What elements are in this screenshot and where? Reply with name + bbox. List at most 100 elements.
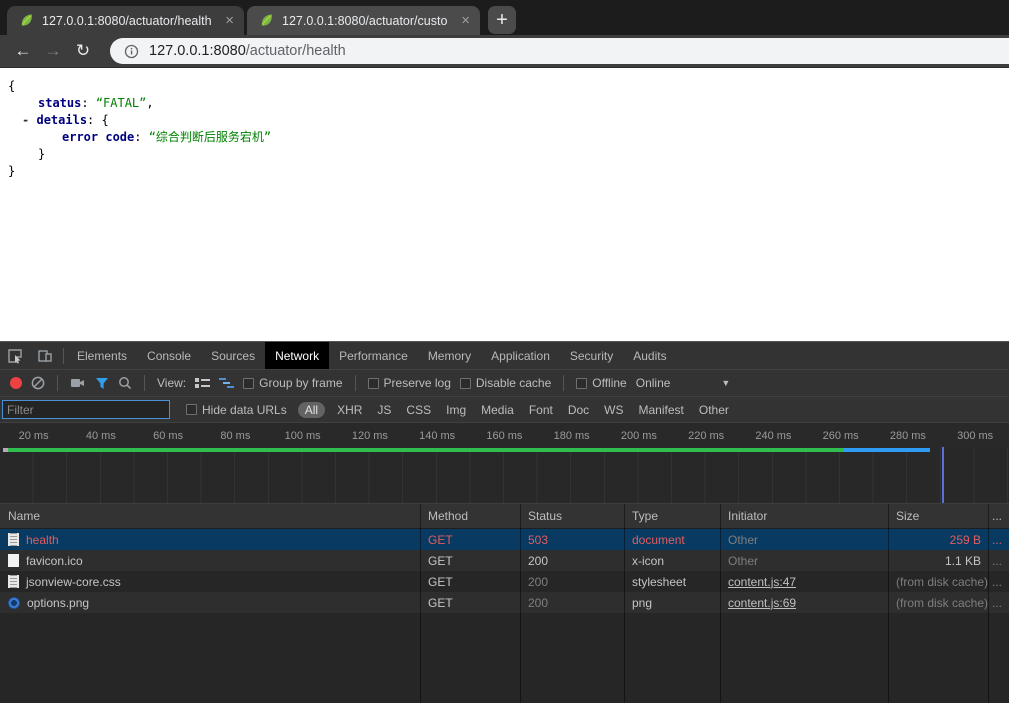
json-value-status: “FATAL”: [96, 96, 147, 110]
request-type: document: [624, 533, 720, 547]
clear-icon[interactable]: [31, 376, 45, 390]
type-filter-manifest[interactable]: Manifest: [636, 403, 687, 417]
request-waterfall: ...: [988, 596, 1009, 610]
ruler-tick: 240 ms: [740, 423, 807, 447]
tab-application[interactable]: Application: [481, 342, 560, 369]
tab-sources[interactable]: Sources: [201, 342, 265, 369]
column-header-name[interactable]: Name: [0, 509, 420, 523]
network-overview[interactable]: [0, 447, 1009, 504]
request-name: health: [26, 533, 59, 547]
type-filter-all[interactable]: All: [298, 402, 325, 418]
type-filter-doc[interactable]: Doc: [565, 403, 592, 417]
type-filter-xhr[interactable]: XHR: [334, 403, 365, 417]
throttling-select[interactable]: Online: [636, 376, 671, 390]
disable-cache-option: Disable cache: [460, 376, 551, 390]
close-icon[interactable]: ×: [461, 13, 470, 28]
inspect-element-icon[interactable]: [0, 342, 30, 369]
group-by-frame-label: Group by frame: [259, 376, 342, 390]
column-divider[interactable]: [624, 504, 625, 703]
request-type: x-icon: [624, 554, 720, 568]
request-status: 503: [520, 533, 624, 547]
column-header-size[interactable]: Size: [888, 509, 988, 523]
tab-performance[interactable]: Performance: [329, 342, 418, 369]
json-colon: :: [134, 130, 148, 144]
column-divider[interactable]: [720, 504, 721, 703]
search-icon[interactable]: [118, 376, 132, 390]
table-row[interactable]: jsonview-core.css GET 200 stylesheet con…: [0, 571, 1009, 592]
column-header-method[interactable]: Method: [420, 509, 520, 523]
table-row[interactable]: favicon.ico GET 200 x-icon Other 1.1 KB …: [0, 550, 1009, 571]
browser-tab-health[interactable]: 127.0.0.1:8080/actuator/health ×: [7, 6, 244, 35]
table-row[interactable]: options.png GET 200 png content.js:69 (f…: [0, 592, 1009, 613]
column-divider[interactable]: [420, 504, 421, 703]
browser-tab-custom[interactable]: 127.0.0.1:8080/actuator/custo ×: [247, 6, 480, 35]
offline-checkbox[interactable]: [576, 378, 587, 389]
disable-cache-checkbox[interactable]: [460, 378, 471, 389]
column-header-waterfall[interactable]: ...: [988, 509, 1009, 523]
capture-screenshots-icon[interactable]: [70, 377, 86, 389]
chevron-down-icon[interactable]: ▼: [721, 378, 730, 388]
back-button[interactable]: ←: [8, 41, 38, 61]
image-thumbnail-icon: [8, 597, 20, 609]
new-tab-button[interactable]: +: [488, 6, 516, 34]
column-divider[interactable]: [988, 504, 989, 703]
column-header-type[interactable]: Type: [624, 509, 720, 523]
ruler-tick: 80 ms: [202, 423, 269, 447]
tab-console[interactable]: Console: [137, 342, 201, 369]
page-info-icon[interactable]: [124, 44, 139, 59]
request-waterfall: ...: [988, 575, 1009, 589]
record-button[interactable]: [10, 377, 22, 389]
overview-bar-download: [843, 448, 930, 452]
divider: [144, 375, 145, 391]
column-divider[interactable]: [520, 504, 521, 703]
type-filter-font[interactable]: Font: [526, 403, 556, 417]
view-large-rows-icon[interactable]: [195, 377, 210, 389]
address-bar[interactable]: 127.0.0.1:8080/actuator/health: [110, 38, 1009, 64]
preserve-log-option: Preserve log: [368, 376, 451, 390]
type-filter-other[interactable]: Other: [696, 403, 732, 417]
tab-audits[interactable]: Audits: [623, 342, 676, 369]
dom-content-loaded-line: [942, 447, 944, 503]
json-open-brace: {: [0, 78, 1009, 95]
filter-input[interactable]: [2, 400, 170, 419]
initiator-link[interactable]: content.js:69: [728, 596, 796, 610]
reload-button[interactable]: ↻: [68, 41, 98, 61]
type-filter-js[interactable]: JS: [374, 403, 394, 417]
forward-button[interactable]: →: [38, 41, 68, 61]
type-filter-css[interactable]: CSS: [403, 403, 434, 417]
table-row[interactable]: health GET 503 document Other 259 B ...: [0, 529, 1009, 550]
url-path: /actuator/health: [246, 43, 346, 59]
request-type: png: [624, 596, 720, 610]
device-toolbar-icon[interactable]: [30, 342, 60, 369]
hide-data-urls-checkbox[interactable]: [186, 404, 197, 415]
spring-leaf-icon: [259, 13, 274, 28]
tab-network[interactable]: Network: [265, 342, 329, 369]
initiator-link[interactable]: content.js:47: [728, 575, 796, 589]
close-icon[interactable]: ×: [225, 13, 234, 28]
tab-strip: 127.0.0.1:8080/actuator/health × 127.0.0…: [0, 0, 1009, 35]
tab-elements[interactable]: Elements: [67, 342, 137, 369]
tab-security[interactable]: Security: [560, 342, 623, 369]
ruler-tick: 20 ms: [0, 423, 67, 447]
ruler-tick: 300 ms: [942, 423, 1009, 447]
network-requests-table: Name Method Status Type Initiator Size .…: [0, 504, 1009, 703]
request-initiator: Other: [720, 533, 888, 547]
type-filter-media[interactable]: Media: [478, 403, 517, 417]
column-divider[interactable]: [888, 504, 889, 703]
tab-memory[interactable]: Memory: [418, 342, 481, 369]
divider: [563, 375, 564, 391]
json-error-line: error code: “综合判断后服务宕机”: [0, 129, 1009, 146]
request-method: GET: [420, 554, 520, 568]
view-waterfall-icon[interactable]: [219, 377, 234, 389]
column-header-status[interactable]: Status: [520, 509, 624, 523]
json-key-error-code: error code: [62, 130, 134, 144]
request-size: (from disk cache): [888, 596, 988, 610]
preserve-log-checkbox[interactable]: [368, 378, 379, 389]
filter-funnel-icon[interactable]: [95, 377, 109, 390]
url-host: 127.0.0.1:8080: [149, 43, 246, 59]
group-by-frame-checkbox[interactable]: [243, 378, 254, 389]
request-method: GET: [420, 575, 520, 589]
type-filter-img[interactable]: Img: [443, 403, 469, 417]
type-filter-ws[interactable]: WS: [601, 403, 626, 417]
column-header-initiator[interactable]: Initiator: [720, 509, 888, 523]
